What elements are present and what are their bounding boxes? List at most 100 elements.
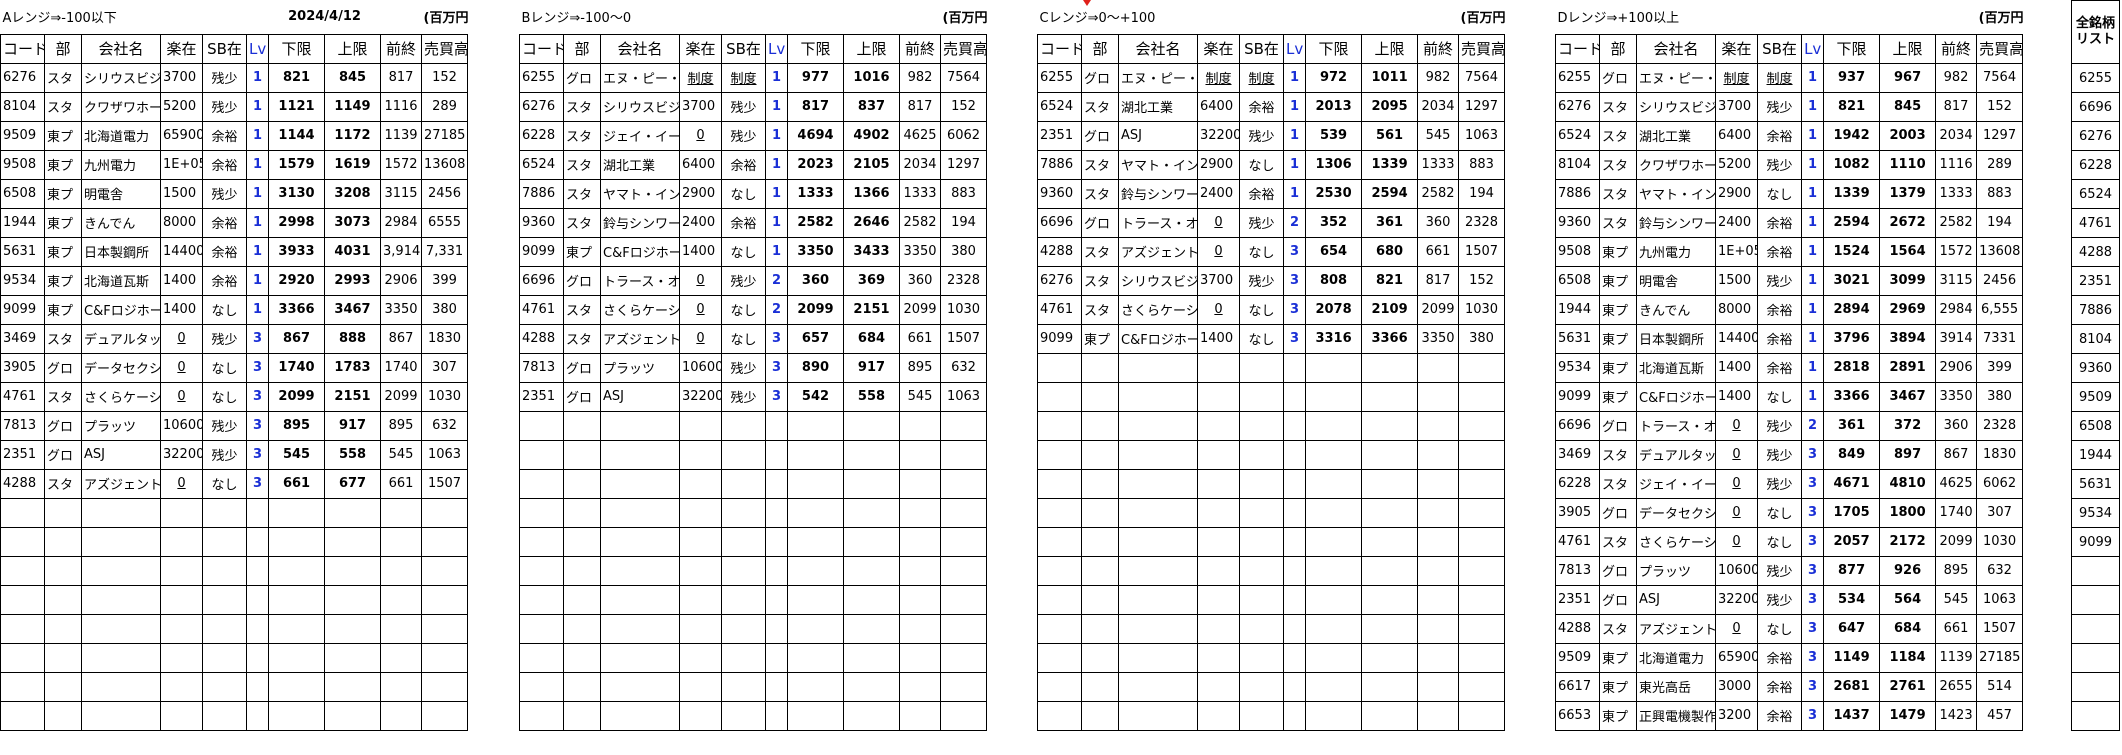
cell-name[interactable]: さくらケーシーエス [81,381,161,412]
cell-stock[interactable] [1197,381,1240,412]
cell-high[interactable] [324,700,382,731]
cell-code[interactable]: 5631 [1555,323,1600,354]
cell-name[interactable] [1118,526,1198,557]
cell-name[interactable] [1118,700,1198,731]
cell-high[interactable]: 1172 [324,120,382,151]
cell-name[interactable]: シリウスビジョン [600,91,680,122]
cell-name[interactable]: 鈴与シンワート [600,207,680,238]
cell-bu[interactable] [1081,468,1119,499]
cell-bu[interactable] [563,468,601,499]
cell-code[interactable] [0,555,45,586]
cell-lv[interactable]: 2 [765,294,788,325]
cell-prev[interactable]: 2034 [1935,120,1978,151]
cell-sb[interactable] [1238,671,1285,702]
cell-bu[interactable] [44,497,82,528]
cell-lv[interactable]: 3 [246,381,270,412]
cell-code[interactable] [1037,497,1082,528]
cell-code[interactable]: 6276 [0,62,45,93]
cell-prev[interactable]: 360 [1417,207,1460,238]
cell-code[interactable]: 6617 [1555,671,1600,702]
cell-vol[interactable] [1458,642,1506,673]
cell-code[interactable] [0,584,45,615]
cell-lv[interactable] [246,700,270,731]
cell-high[interactable]: 2993 [324,265,382,296]
cell-high[interactable]: 4902 [843,120,900,151]
cell-lv[interactable]: 1 [1283,62,1307,93]
cell-low[interactable]: 2998 [268,207,326,238]
cell-bu[interactable]: スタ [1081,149,1119,180]
cell-bu[interactable]: スタ [1081,236,1119,267]
cell-code[interactable]: 2351 [1555,584,1600,615]
cell-prev[interactable] [380,642,423,673]
cell-low[interactable]: 867 [268,323,326,354]
cell-code[interactable]: 4288 [519,323,564,354]
header-stock[interactable]: 楽在 [679,33,722,64]
cell-vol[interactable]: 632 [421,410,469,441]
cell-high[interactable]: 2095 [1361,91,1419,122]
cell-prev[interactable]: 1139 [380,120,423,151]
cell-high[interactable]: 558 [324,439,382,470]
cell-bu[interactable]: スタ [1081,294,1119,325]
cell-prev[interactable]: 661 [1417,236,1460,267]
cell-stock[interactable]: 1400 [1715,381,1758,412]
cell-vol[interactable]: 1507 [1976,613,2024,644]
cell-bu[interactable]: グロ [1081,120,1119,151]
header-low[interactable]: 下限 [1823,33,1881,64]
blank-cell[interactable] [765,0,941,35]
cell-sb[interactable]: なし [721,236,766,267]
cell-name[interactable] [1118,555,1198,586]
cell-prev[interactable]: 661 [899,323,941,354]
header-prev[interactable]: 前終 [380,33,423,64]
cell-vol[interactable] [1458,352,1506,383]
cell-high[interactable] [324,671,382,702]
cell-vol[interactable] [1458,555,1506,586]
cell-prev[interactable]: 3115 [1935,265,1978,296]
cell-name[interactable] [1118,410,1198,441]
cell-low[interactable] [268,613,326,644]
cell-code[interactable] [1037,352,1082,383]
cell-bu[interactable] [1081,671,1119,702]
cell-stock[interactable]: 2400 [679,207,722,238]
cell-stock[interactable]: 0 [1715,410,1758,441]
cell-prev[interactable]: 1572 [1935,236,1978,267]
cell-vol[interactable] [1458,497,1506,528]
cell-lv[interactable]: 2 [1283,207,1307,238]
cell-sb[interactable]: 制度 [721,62,766,93]
cell-high[interactable] [1361,613,1419,644]
cell-lv[interactable]: 2 [765,265,788,296]
cell-sb[interactable] [1238,584,1285,615]
list-code[interactable]: 7886 [2071,295,2120,325]
cell-vol[interactable]: 6062 [940,120,987,151]
cell-lv[interactable]: 1 [765,236,788,267]
cell-bu[interactable]: スタ [563,207,601,238]
cell-name[interactable]: 日本製鋼所 [81,236,161,267]
cell-code[interactable] [1037,700,1082,731]
list-code[interactable]: 9534 [2071,498,2120,528]
cell-prev[interactable]: 3115 [380,178,423,209]
cell-sb[interactable]: 残少 [1756,555,1803,586]
cell-bu[interactable]: 東プ [1599,381,1637,412]
list-code[interactable] [2071,701,2120,731]
cell-lv[interactable] [765,700,788,731]
cell-vol[interactable]: 2456 [421,178,469,209]
cell-vol[interactable]: 7564 [940,62,987,93]
cell-sb[interactable] [721,584,766,615]
header-stock[interactable]: 楽在 [1715,33,1758,64]
cell-code[interactable] [519,439,564,470]
cell-vol[interactable]: 380 [940,236,987,267]
cell-high[interactable]: 967 [1879,62,1937,93]
cell-low[interactable] [787,700,844,731]
header-prev[interactable]: 前終 [1417,33,1460,64]
cell-code[interactable]: 6228 [1555,468,1600,499]
cell-stock[interactable]: 1400 [1197,323,1240,354]
cell-code[interactable]: 2351 [519,381,564,412]
cell-sb[interactable]: なし [1756,613,1803,644]
cell-high[interactable]: 3208 [324,178,382,209]
cell-lv[interactable]: 1 [246,62,270,93]
cell-lv[interactable] [765,526,788,557]
cell-prev[interactable]: 4625 [1935,468,1978,499]
cell-high[interactable]: 2969 [1879,294,1937,325]
cell-bu[interactable]: 東プ [1599,236,1637,267]
cell-low[interactable] [1305,671,1363,702]
cell-prev[interactable]: 2984 [1935,294,1978,325]
